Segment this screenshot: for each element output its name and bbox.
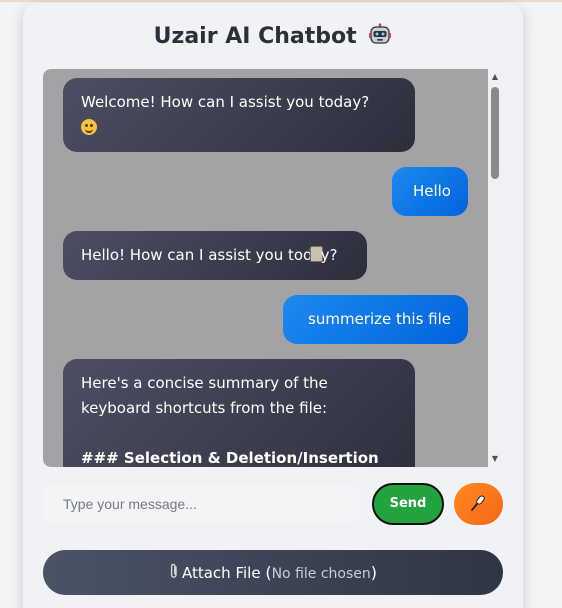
message-text: Hello — [412, 182, 451, 200]
message-text: Welcome! How can I assist you today? — [81, 93, 370, 111]
page-title: Uzair AI Chatbot — [23, 23, 523, 49]
message-text: summerize this file — [308, 310, 451, 328]
message-text-end: y? — [320, 246, 338, 264]
chat-scrollbar[interactable]: ▲ ▼ — [488, 69, 502, 467]
message-line: Here's a concise summary of the — [81, 374, 328, 392]
user-message: summerize this file — [283, 295, 468, 344]
scroll-up-arrow-icon[interactable]: ▲ — [490, 72, 500, 82]
page: Uzair AI Chatbot Welcome! How can I assi… — [0, 0, 562, 608]
microphone-button[interactable] — [454, 483, 503, 525]
attach-file-label: Attach File — [181, 564, 261, 582]
chat-messages-area[interactable]: Welcome! How can I assist you today? Hel… — [43, 69, 502, 467]
user-message: Hello — [392, 167, 468, 216]
scroll-down-arrow-icon[interactable]: ▼ — [490, 454, 500, 464]
bot-message: Hello! How can I assist you tod y? — [63, 231, 367, 280]
top-border — [0, 0, 562, 2]
microphone-icon — [471, 495, 485, 511]
bot-message: Welcome! How can I assist you today? — [63, 78, 415, 152]
message-input[interactable] — [43, 485, 361, 523]
message-heading: ### Selection & Deletion/Insertion — [81, 449, 379, 467]
file-status: No file chosen — [271, 566, 371, 582]
message-text: Hello! How can I assist you tod — [81, 246, 313, 264]
paperclip-icon — [170, 563, 177, 578]
send-button[interactable]: Send — [372, 483, 444, 525]
bot-message: Here's a concise summary of the keyboard… — [63, 359, 415, 467]
title-text: Uzair AI Chatbot — [153, 24, 357, 49]
robot-icon — [369, 23, 392, 44]
smiling-face-icon — [81, 119, 97, 135]
send-button-label: Send — [389, 496, 427, 511]
attach-file-button[interactable]: Attach File (No file chosen) — [43, 550, 503, 595]
scrollbar-thumb[interactable] — [491, 87, 499, 179]
message-line: keyboard shortcuts from the file: — [81, 399, 328, 417]
